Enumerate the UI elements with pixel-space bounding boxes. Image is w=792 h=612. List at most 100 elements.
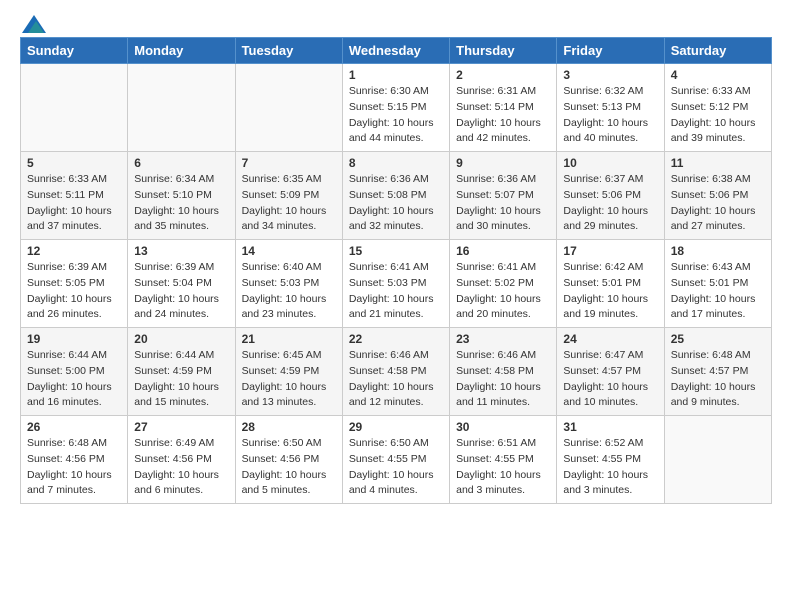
calendar-day-cell: 30 Sunrise: 6:51 AM Sunset: 4:55 PM Dayli… bbox=[450, 416, 557, 504]
calendar-day-cell: 29 Sunrise: 6:50 AM Sunset: 4:55 PM Dayli… bbox=[342, 416, 449, 504]
calendar-week-row: 19 Sunrise: 6:44 AM Sunset: 5:00 PM Dayli… bbox=[21, 328, 772, 416]
calendar-day-cell: 14 Sunrise: 6:40 AM Sunset: 5:03 PM Dayli… bbox=[235, 240, 342, 328]
day-number: 14 bbox=[242, 244, 336, 258]
calendar-day-cell: 21 Sunrise: 6:45 AM Sunset: 4:59 PM Dayli… bbox=[235, 328, 342, 416]
day-number: 8 bbox=[349, 156, 443, 170]
logo-icon bbox=[22, 15, 46, 33]
day-info: Sunrise: 6:44 AM Sunset: 4:59 PM Dayligh… bbox=[134, 348, 228, 411]
day-number: 23 bbox=[456, 332, 550, 346]
day-number: 13 bbox=[134, 244, 228, 258]
day-number: 10 bbox=[563, 156, 657, 170]
day-info: Sunrise: 6:44 AM Sunset: 5:00 PM Dayligh… bbox=[27, 348, 121, 411]
day-info: Sunrise: 6:40 AM Sunset: 5:03 PM Dayligh… bbox=[242, 260, 336, 323]
weekday-header: Wednesday bbox=[342, 38, 449, 64]
day-number: 7 bbox=[242, 156, 336, 170]
day-number: 18 bbox=[671, 244, 765, 258]
day-info: Sunrise: 6:51 AM Sunset: 4:55 PM Dayligh… bbox=[456, 436, 550, 499]
day-number: 16 bbox=[456, 244, 550, 258]
weekday-header: Tuesday bbox=[235, 38, 342, 64]
calendar-day-cell bbox=[664, 416, 771, 504]
calendar-day-cell: 8 Sunrise: 6:36 AM Sunset: 5:08 PM Daylig… bbox=[342, 152, 449, 240]
day-info: Sunrise: 6:33 AM Sunset: 5:12 PM Dayligh… bbox=[671, 84, 765, 147]
day-info: Sunrise: 6:43 AM Sunset: 5:01 PM Dayligh… bbox=[671, 260, 765, 323]
day-number: 15 bbox=[349, 244, 443, 258]
day-number: 30 bbox=[456, 420, 550, 434]
day-info: Sunrise: 6:47 AM Sunset: 4:57 PM Dayligh… bbox=[563, 348, 657, 411]
calendar-day-cell: 15 Sunrise: 6:41 AM Sunset: 5:03 PM Dayli… bbox=[342, 240, 449, 328]
calendar-day-cell: 17 Sunrise: 6:42 AM Sunset: 5:01 PM Dayli… bbox=[557, 240, 664, 328]
weekday-header: Thursday bbox=[450, 38, 557, 64]
day-info: Sunrise: 6:38 AM Sunset: 5:06 PM Dayligh… bbox=[671, 172, 765, 235]
weekday-header: Friday bbox=[557, 38, 664, 64]
day-number: 22 bbox=[349, 332, 443, 346]
day-info: Sunrise: 6:36 AM Sunset: 5:07 PM Dayligh… bbox=[456, 172, 550, 235]
day-number: 6 bbox=[134, 156, 228, 170]
calendar-day-cell: 18 Sunrise: 6:43 AM Sunset: 5:01 PM Dayli… bbox=[664, 240, 771, 328]
calendar-day-cell: 6 Sunrise: 6:34 AM Sunset: 5:10 PM Daylig… bbox=[128, 152, 235, 240]
calendar-day-cell: 10Sunrise: 6:37 AM Sunset: 5:06 PM Dayli… bbox=[557, 152, 664, 240]
day-info: Sunrise: 6:34 AM Sunset: 5:10 PM Dayligh… bbox=[134, 172, 228, 235]
calendar-day-cell: 11Sunrise: 6:38 AM Sunset: 5:06 PM Dayli… bbox=[664, 152, 771, 240]
day-info: Sunrise: 6:45 AM Sunset: 4:59 PM Dayligh… bbox=[242, 348, 336, 411]
calendar-week-row: 12 Sunrise: 6:39 AM Sunset: 5:05 PM Dayli… bbox=[21, 240, 772, 328]
day-info: Sunrise: 6:48 AM Sunset: 4:57 PM Dayligh… bbox=[671, 348, 765, 411]
weekday-header: Sunday bbox=[21, 38, 128, 64]
day-number: 25 bbox=[671, 332, 765, 346]
calendar-day-cell: 12 Sunrise: 6:39 AM Sunset: 5:05 PM Dayli… bbox=[21, 240, 128, 328]
calendar-day-cell: 1Sunrise: 6:30 AM Sunset: 5:15 PM Daylig… bbox=[342, 64, 449, 152]
day-info: Sunrise: 6:50 AM Sunset: 4:55 PM Dayligh… bbox=[349, 436, 443, 499]
day-number: 4 bbox=[671, 68, 765, 82]
calendar-day-cell: 7 Sunrise: 6:35 AM Sunset: 5:09 PM Daylig… bbox=[235, 152, 342, 240]
day-info: Sunrise: 6:41 AM Sunset: 5:02 PM Dayligh… bbox=[456, 260, 550, 323]
logo bbox=[20, 15, 46, 29]
calendar-day-cell bbox=[21, 64, 128, 152]
day-info: Sunrise: 6:46 AM Sunset: 4:58 PM Dayligh… bbox=[349, 348, 443, 411]
day-number: 19 bbox=[27, 332, 121, 346]
day-info: Sunrise: 6:52 AM Sunset: 4:55 PM Dayligh… bbox=[563, 436, 657, 499]
day-number: 17 bbox=[563, 244, 657, 258]
calendar-day-cell: 3Sunrise: 6:32 AM Sunset: 5:13 PM Daylig… bbox=[557, 64, 664, 152]
calendar-day-cell: 26 Sunrise: 6:48 AM Sunset: 4:56 PM Dayli… bbox=[21, 416, 128, 504]
calendar-day-cell bbox=[235, 64, 342, 152]
day-number: 26 bbox=[27, 420, 121, 434]
calendar-day-cell: 4 Sunrise: 6:33 AM Sunset: 5:12 PM Daylig… bbox=[664, 64, 771, 152]
calendar-day-cell: 2 Sunrise: 6:31 AM Sunset: 5:14 PM Daylig… bbox=[450, 64, 557, 152]
day-number: 20 bbox=[134, 332, 228, 346]
day-number: 28 bbox=[242, 420, 336, 434]
day-info: Sunrise: 6:35 AM Sunset: 5:09 PM Dayligh… bbox=[242, 172, 336, 235]
day-info: Sunrise: 6:31 AM Sunset: 5:14 PM Dayligh… bbox=[456, 84, 550, 147]
day-number: 29 bbox=[349, 420, 443, 434]
day-info: Sunrise: 6:49 AM Sunset: 4:56 PM Dayligh… bbox=[134, 436, 228, 499]
calendar-table: SundayMondayTuesdayWednesdayThursdayFrid… bbox=[20, 37, 772, 504]
calendar-day-cell: 24 Sunrise: 6:47 AM Sunset: 4:57 PM Dayli… bbox=[557, 328, 664, 416]
calendar-day-cell: 9Sunrise: 6:36 AM Sunset: 5:07 PM Daylig… bbox=[450, 152, 557, 240]
day-info: Sunrise: 6:48 AM Sunset: 4:56 PM Dayligh… bbox=[27, 436, 121, 499]
day-info: Sunrise: 6:33 AM Sunset: 5:11 PM Dayligh… bbox=[27, 172, 121, 235]
day-number: 24 bbox=[563, 332, 657, 346]
day-number: 1 bbox=[349, 68, 443, 82]
day-info: Sunrise: 6:46 AM Sunset: 4:58 PM Dayligh… bbox=[456, 348, 550, 411]
day-number: 3 bbox=[563, 68, 657, 82]
day-info: Sunrise: 6:50 AM Sunset: 4:56 PM Dayligh… bbox=[242, 436, 336, 499]
calendar-week-row: 5 Sunrise: 6:33 AM Sunset: 5:11 PM Daylig… bbox=[21, 152, 772, 240]
day-info: Sunrise: 6:36 AM Sunset: 5:08 PM Dayligh… bbox=[349, 172, 443, 235]
day-number: 21 bbox=[242, 332, 336, 346]
calendar-day-cell: 19 Sunrise: 6:44 AM Sunset: 5:00 PM Dayli… bbox=[21, 328, 128, 416]
day-number: 12 bbox=[27, 244, 121, 258]
day-number: 2 bbox=[456, 68, 550, 82]
day-info: Sunrise: 6:42 AM Sunset: 5:01 PM Dayligh… bbox=[563, 260, 657, 323]
calendar-header-row: SundayMondayTuesdayWednesdayThursdayFrid… bbox=[21, 38, 772, 64]
calendar-day-cell: 20 Sunrise: 6:44 AM Sunset: 4:59 PM Dayli… bbox=[128, 328, 235, 416]
day-number: 27 bbox=[134, 420, 228, 434]
day-number: 5 bbox=[27, 156, 121, 170]
calendar-day-cell: 27 Sunrise: 6:49 AM Sunset: 4:56 PM Dayli… bbox=[128, 416, 235, 504]
calendar-day-cell: 13Sunrise: 6:39 AM Sunset: 5:04 PM Dayli… bbox=[128, 240, 235, 328]
calendar-week-row: 1Sunrise: 6:30 AM Sunset: 5:15 PM Daylig… bbox=[21, 64, 772, 152]
calendar-day-cell bbox=[128, 64, 235, 152]
day-info: Sunrise: 6:41 AM Sunset: 5:03 PM Dayligh… bbox=[349, 260, 443, 323]
calendar-day-cell: 25 Sunrise: 6:48 AM Sunset: 4:57 PM Dayli… bbox=[664, 328, 771, 416]
weekday-header: Saturday bbox=[664, 38, 771, 64]
page-header bbox=[20, 15, 772, 29]
day-info: Sunrise: 6:39 AM Sunset: 5:05 PM Dayligh… bbox=[27, 260, 121, 323]
calendar-day-cell: 28 Sunrise: 6:50 AM Sunset: 4:56 PM Dayli… bbox=[235, 416, 342, 504]
